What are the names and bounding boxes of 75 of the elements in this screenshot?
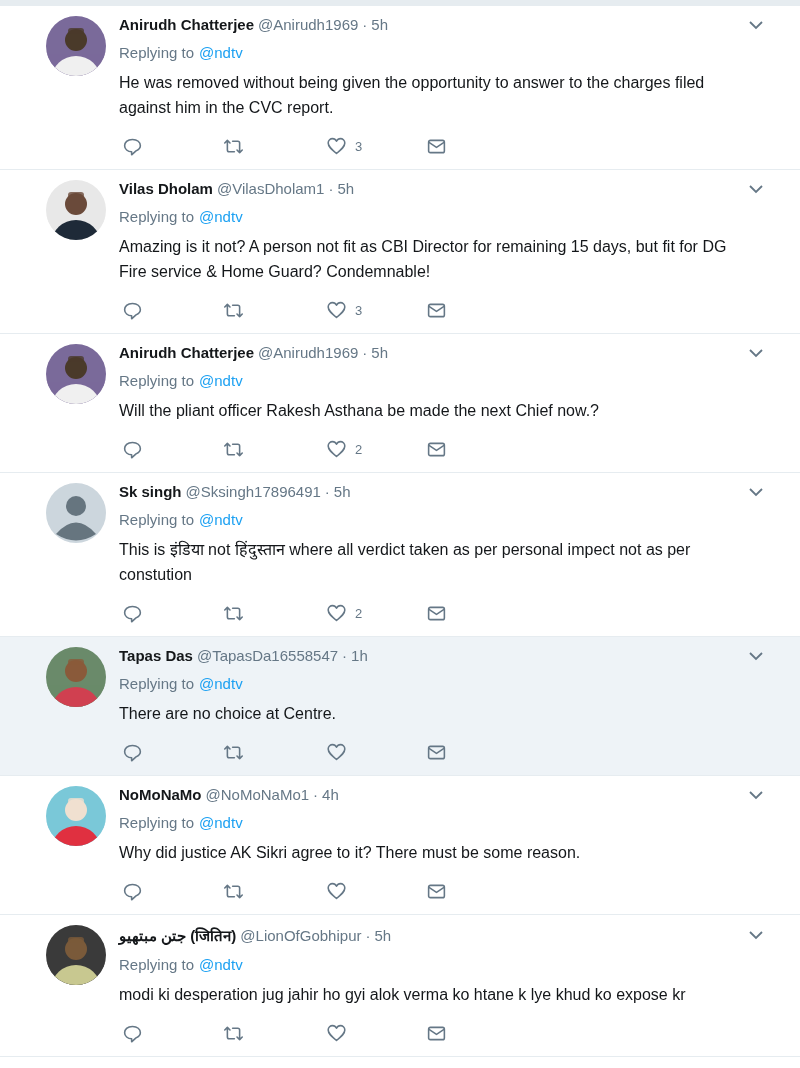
user-handle[interactable]: @Sksingh17896491 bbox=[185, 483, 321, 500]
mention-link[interactable]: @ndtv bbox=[199, 511, 243, 528]
tweet-text: Why did justice AK Sikri agree to it? There must be some reason. bbox=[119, 843, 582, 863]
mention-link[interactable]: @ndtv bbox=[199, 956, 243, 973]
reply-icon[interactable] bbox=[122, 439, 143, 460]
like-icon[interactable] bbox=[326, 136, 347, 157]
like-count: 2 bbox=[355, 606, 363, 621]
like-icon[interactable] bbox=[326, 742, 347, 763]
user-name[interactable]: Vilas Dholam bbox=[119, 180, 213, 197]
separator-dot: · bbox=[328, 180, 334, 197]
like-count: 3 bbox=[355, 303, 363, 318]
user-name[interactable]: جتن مبتھیو (जितिन) bbox=[119, 925, 237, 945]
like-icon[interactable] bbox=[326, 439, 347, 460]
mention-link[interactable]: @ndtv bbox=[199, 208, 243, 225]
user-handle[interactable]: @VilasDholam1 bbox=[216, 180, 325, 197]
tweet-time[interactable]: 5h bbox=[371, 16, 388, 33]
mention-link[interactable]: @ndtv bbox=[199, 44, 243, 61]
tweet-text: Amazing is it not? A person not fit as CBI Director for remaining 15 days, but fit for DG Fire service & Home Guard? Condemnable! bbox=[119, 237, 728, 282]
like-count: 2 bbox=[355, 442, 363, 457]
tweet-time[interactable]: 1h bbox=[351, 647, 368, 664]
separator-dot: · bbox=[324, 483, 330, 500]
like-icon[interactable] bbox=[326, 300, 347, 321]
default-avatar-icon bbox=[46, 483, 106, 543]
caret-icon[interactable] bbox=[748, 650, 764, 661]
reply-icon[interactable] bbox=[122, 300, 143, 321]
replying-label: Replying to bbox=[119, 814, 195, 831]
caret-icon[interactable] bbox=[748, 19, 764, 30]
tweet-text: This is इंडिया not हिंदुस्तान where all verdict taken as per personal impect not as per constution bbox=[119, 539, 692, 585]
user-name[interactable]: NoMoNaMo bbox=[119, 786, 202, 803]
caret-icon[interactable] bbox=[748, 789, 764, 800]
user-name[interactable]: Anirudh Chatterjee bbox=[119, 16, 254, 33]
reply-icon[interactable] bbox=[122, 1023, 143, 1044]
tweet-time[interactable]: 4h bbox=[322, 786, 339, 803]
tweet-time[interactable]: 5h bbox=[337, 180, 355, 197]
like-icon[interactable] bbox=[326, 1023, 347, 1044]
mention-link[interactable]: @ndtv bbox=[199, 814, 243, 831]
replying-label: Replying to bbox=[119, 956, 195, 973]
user-handle[interactable]: @LionOfGobhipur bbox=[240, 927, 362, 944]
user-handle[interactable]: @Anirudh1969 bbox=[258, 344, 359, 361]
separator-dot: · bbox=[362, 344, 368, 361]
caret-icon[interactable] bbox=[748, 347, 764, 358]
like-icon[interactable] bbox=[326, 603, 347, 624]
replying-label: Replying to bbox=[119, 44, 195, 61]
tweet-time[interactable]: 5h bbox=[333, 483, 351, 500]
replying-label: Replying to bbox=[119, 208, 195, 225]
replying-label: Replying to bbox=[119, 372, 195, 389]
separator-dot: · bbox=[342, 647, 348, 664]
tweet-time[interactable]: 5h bbox=[371, 344, 388, 361]
tweet-time[interactable]: 5h bbox=[374, 927, 392, 944]
reply-icon[interactable] bbox=[122, 881, 143, 902]
replying-label: Replying to bbox=[119, 675, 195, 692]
caret-icon[interactable] bbox=[748, 930, 764, 940]
separator-dot: · bbox=[313, 786, 319, 803]
user-handle[interactable]: @NoMoNaMo1 bbox=[205, 786, 310, 803]
replying-label: Replying to bbox=[119, 511, 195, 528]
user-handle[interactable]: @TapasDa16558547 bbox=[196, 647, 339, 664]
separator-dot: · bbox=[365, 927, 371, 944]
user-handle[interactable]: @Anirudh1969 bbox=[258, 16, 359, 33]
like-count: 3 bbox=[355, 139, 363, 154]
mention-link[interactable]: @ndtv bbox=[199, 372, 243, 389]
caret-icon[interactable] bbox=[748, 486, 764, 497]
user-name[interactable]: Anirudh Chatterjee bbox=[119, 344, 254, 361]
tweet-text: There are no choice at Centre. bbox=[119, 704, 337, 724]
mention-link[interactable]: @ndtv bbox=[199, 675, 243, 692]
like-icon[interactable] bbox=[326, 881, 347, 902]
user-name[interactable]: Sk singh bbox=[119, 483, 182, 500]
caret-icon[interactable] bbox=[748, 183, 764, 194]
separator-dot: · bbox=[362, 16, 368, 33]
reply-icon[interactable] bbox=[122, 742, 143, 763]
tweet-text: modi ki desperation jug jahir ho gyi alok verma ko htane k lye khud ko expose kr bbox=[119, 985, 687, 1005]
reply-icon[interactable] bbox=[122, 136, 143, 157]
user-name[interactable]: Tapas Das bbox=[119, 647, 193, 664]
tweet-text: Will the pliant officer Rakesh Asthana be made the next Chief now.? bbox=[119, 401, 600, 421]
reply-icon[interactable] bbox=[122, 603, 143, 624]
tweet-text: He was removed without being given the opportunity to answer to the charges filed against him in the CVC report. bbox=[119, 73, 706, 118]
